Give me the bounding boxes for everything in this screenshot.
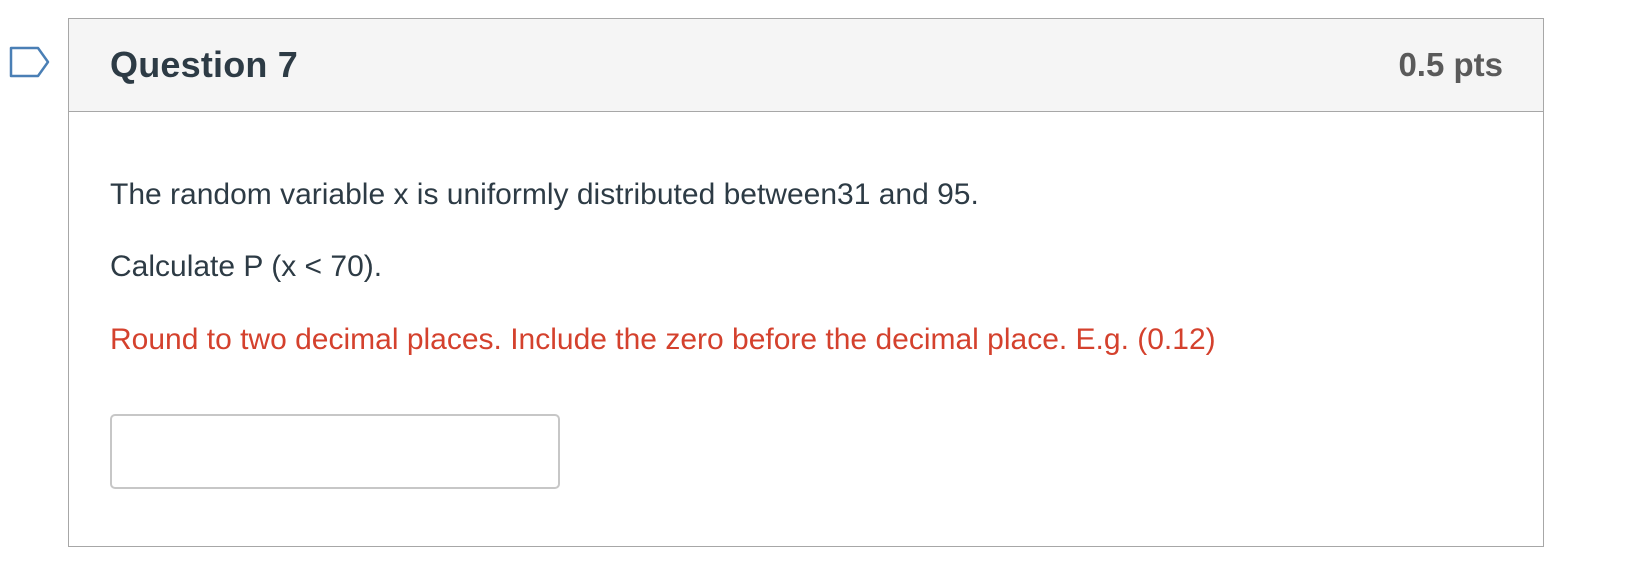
question-title: Question 7 [110, 44, 299, 85]
answer-input[interactable] [110, 414, 560, 489]
question-text-line2: Calculate P (x < 70). [110, 250, 383, 283]
question-points: 0.5 pts [1398, 46, 1503, 83]
question-text-line1: The random variable x is uniformly distr… [110, 178, 979, 211]
question-card: Question 7 0.5 pts The random variable x… [68, 18, 1544, 547]
question-header: Question 7 0.5 pts [69, 19, 1543, 112]
question-instruction: Round to two decimal places. Include the… [110, 323, 1216, 356]
quiz-page: Question 7 0.5 pts The random variable x… [0, 0, 1628, 566]
bookmark-flag-icon[interactable] [9, 46, 51, 78]
